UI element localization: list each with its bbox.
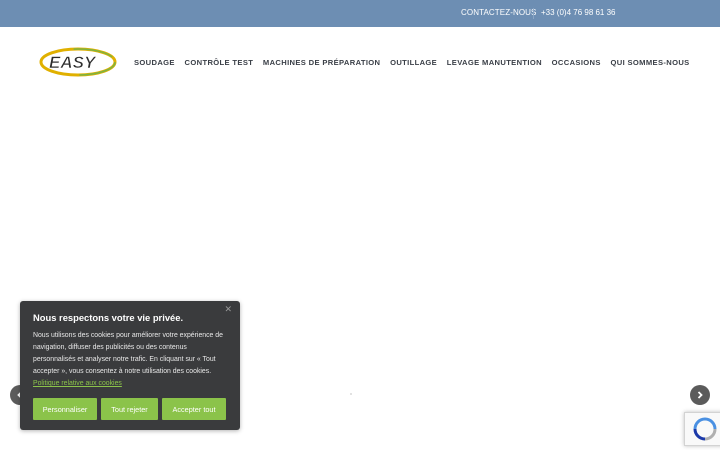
- nav-machines-preparation[interactable]: MACHINES DE PRÉPARATION: [263, 58, 380, 70]
- contact-link[interactable]: CONTACTEZ-NOUS: [461, 8, 536, 17]
- nav-soudage[interactable]: SOUDAGE: [134, 58, 175, 70]
- slider-loader-dot: [350, 393, 352, 395]
- nav-occasions[interactable]: OCCASIONS: [552, 58, 601, 70]
- nav-outillage[interactable]: OUTILLAGE: [390, 58, 437, 70]
- nav-qui-sommes-nous[interactable]: QUI SOMMES-NOUS: [611, 58, 690, 70]
- easy-logo[interactable]: EASY: [38, 43, 118, 79]
- cookie-text: Nous utilisons des cookies pour améliore…: [33, 332, 223, 375]
- slider-next-button[interactable]: [690, 385, 710, 405]
- topbar-divider: [533, 8, 534, 19]
- recaptcha-badge[interactable]: [684, 412, 720, 446]
- main-nav: SOUDAGE CONTRÔLE TEST MACHINES DE PRÉPAR…: [134, 58, 699, 70]
- nav-levage-manutention[interactable]: LEVAGE MANUTENTION: [447, 58, 542, 70]
- logo-text: EASY: [49, 53, 97, 72]
- top-bar: CONTACTEZ-NOUS +33 (0)4 76 98 61 36: [0, 0, 720, 27]
- accept-all-button[interactable]: Accepter tout: [162, 398, 226, 420]
- recaptcha-icon: [693, 417, 717, 441]
- reject-all-button[interactable]: Tout rejeter: [101, 398, 158, 420]
- cookie-policy-link[interactable]: Politique relative aux cookies: [33, 380, 122, 387]
- phone-link[interactable]: +33 (0)4 76 98 61 36: [541, 8, 616, 17]
- chevron-right-icon: [697, 391, 703, 399]
- personalize-button[interactable]: Personnaliser: [33, 398, 97, 420]
- nav-controle-test[interactable]: CONTRÔLE TEST: [185, 58, 254, 70]
- site-header: EASY SOUDAGE CONTRÔLE TEST MACHINES DE P…: [0, 27, 720, 97]
- cookie-text-block: Nous utilisons des cookies pour améliore…: [33, 330, 229, 390]
- cookie-consent-banner: ✕ Nous respectons votre vie privée. Nous…: [20, 301, 240, 430]
- close-icon[interactable]: ✕: [224, 304, 232, 315]
- cookie-title: Nous respectons votre vie privée.: [33, 312, 184, 323]
